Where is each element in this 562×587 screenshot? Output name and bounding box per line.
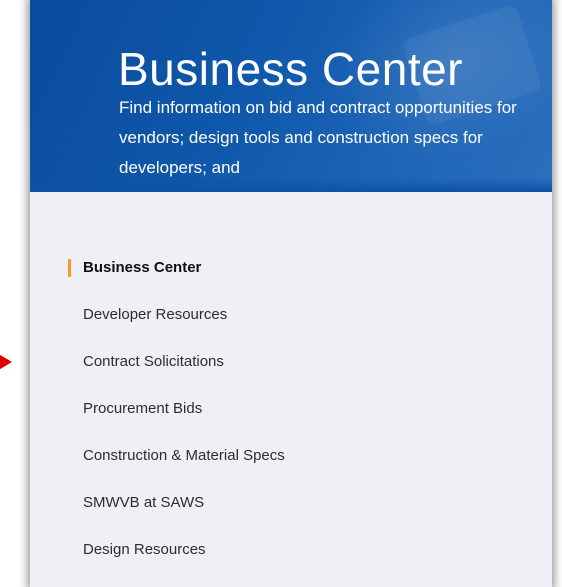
nav-item-smwvb-at-saws[interactable]: SMWVB at SAWS [30, 479, 552, 526]
business-center-panel: Business Center Find information on bid … [30, 0, 552, 587]
hero-bottom-fade [30, 178, 552, 192]
red-arrow-pointer-icon [0, 349, 12, 375]
hero-banner: Business Center Find information on bid … [30, 0, 552, 192]
nav-item-business-center[interactable]: Business Center [30, 244, 552, 291]
section-navigation: Business Center Developer Resources Cont… [30, 244, 552, 573]
nav-item-developer-resources[interactable]: Developer Resources [30, 291, 552, 338]
nav-item-design-resources[interactable]: Design Resources [30, 526, 552, 573]
nav-item-procurement-bids[interactable]: Procurement Bids [30, 385, 552, 432]
screenshot-stage: Business Center Find information on bid … [0, 0, 562, 587]
hero-description: Find information on bid and contract opp… [119, 98, 517, 177]
nav-item-construction-material-specs[interactable]: Construction & Material Specs [30, 432, 552, 479]
nav-item-contract-solicitations[interactable]: Contract Solicitations [30, 338, 552, 385]
page-title: Business Center [118, 43, 463, 95]
